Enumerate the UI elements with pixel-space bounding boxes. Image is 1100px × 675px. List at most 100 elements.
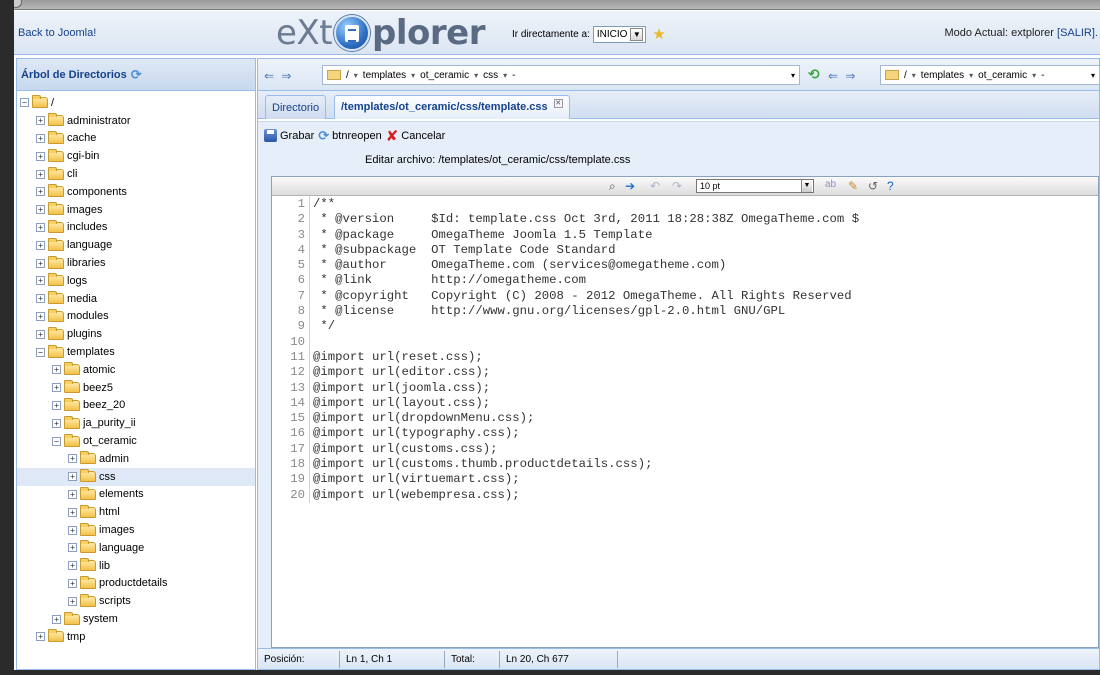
goto-line-icon[interactable]: ➔ [625,179,635,193]
tree-node[interactable]: + cgi-bin [17,147,255,165]
code-line[interactable]: @import url(reset.css); [313,350,859,365]
expand-icon[interactable]: + [52,614,61,624]
code-line[interactable]: */ [313,319,859,334]
tree-node[interactable]: + scripts [17,592,255,610]
tree-node[interactable]: + productdetails [17,575,255,593]
goto-select[interactable]: INICIO ▼ [592,25,647,43]
tab-directorio[interactable]: Directorio [265,95,327,119]
tree-node[interactable]: + cli [17,165,255,183]
font-size-select[interactable]: 10 pt ▼ [696,179,814,193]
breadcrumb-item[interactable]: / [904,70,907,81]
code-editor[interactable]: ⌕ ➔ ↶ ↷ 10 pt ▼ ab ✎ ↺ ? 1 2 3 4 5 6 7 8 9 10 11 12 1… [271,176,1099,648]
tree-node[interactable]: + libraries [17,254,255,272]
code-content[interactable]: 1 2 3 4 5 6 7 8 9 10 11 12 13 14 15 16 17 18 19 20 /** * @v… [272,196,1098,503]
tree-node[interactable]: − ot_ceramic [17,432,255,450]
back-forward-arrows-icon[interactable]: ⇐ ⇒ [264,69,293,83]
code-line[interactable]: * @author OmegaTheme.com (services@omega… [313,258,859,273]
expand-icon[interactable]: + [68,454,77,464]
expand-icon[interactable]: + [36,311,45,321]
expand-icon[interactable]: + [52,400,61,410]
breadcrumb-item[interactable]: ot_ceramic [420,70,469,81]
chevron-down-icon[interactable]: ▾ [411,71,415,80]
expand-icon[interactable]: + [36,116,45,126]
tree-node[interactable]: + html [17,503,255,521]
expand-icon[interactable]: + [36,151,45,161]
expand-icon[interactable]: + [68,507,77,517]
tree-node[interactable]: + components [17,183,255,201]
highlight-toggle-icon[interactable]: ab [825,179,836,190]
binoculars-icon[interactable]: ⌕ [609,179,616,194]
tree-node[interactable]: + admin [17,450,255,468]
expand-icon[interactable]: + [52,418,61,428]
breadcrumb-item[interactable]: templates [363,70,406,81]
expand-icon[interactable]: + [68,596,77,606]
code-line[interactable]: * @version $Id: template.css Oct 3rd, 20… [313,212,859,227]
code-lines[interactable]: /** * @version $Id: template.css Oct 3rd… [310,196,859,503]
tree-node[interactable]: + lib [17,557,255,575]
help-icon[interactable]: ? [887,179,894,193]
expand-icon[interactable]: + [36,258,45,268]
tree-node[interactable]: − / [17,94,255,112]
expand-icon[interactable]: + [52,365,61,375]
code-line[interactable]: @import url(layout.css); [313,396,859,411]
back-to-joomla-link[interactable]: Back to Joomla! [18,27,96,39]
tree-node[interactable]: + tmp [17,628,255,646]
chevron-down-icon[interactable]: ▾ [912,71,916,80]
code-line[interactable] [313,335,859,350]
tree-node[interactable]: + includes [17,219,255,237]
tree-node[interactable]: + modules [17,308,255,326]
expand-icon[interactable]: + [36,222,45,232]
tab-template-css[interactable]: /templates/ot_ceramic/css/template.css ✕ [334,95,570,119]
expand-icon[interactable]: + [36,169,45,179]
collapse-icon[interactable]: − [52,436,61,446]
breadcrumb-item[interactable]: / [346,70,349,81]
expand-icon[interactable]: + [36,133,45,143]
breadcrumb-item[interactable]: css [483,70,498,81]
chevron-down-icon[interactable]: ▾ [1032,71,1036,80]
back-forward-arrows-icon-right[interactable]: ⇐ ⇒ [828,69,857,83]
tree-node[interactable]: + beez5 [17,379,255,397]
tree-node[interactable]: + language [17,539,255,557]
cancel-button[interactable]: ✘ Cancelar [386,127,446,145]
expand-icon[interactable]: + [68,489,77,499]
brush-icon[interactable]: ✎ [848,179,858,193]
tree-node[interactable]: + logs [17,272,255,290]
code-line[interactable]: /** [313,197,859,212]
chevron-down-icon[interactable]: ▾ [503,71,507,80]
tree-node[interactable]: + css [17,467,255,486]
logout-link[interactable]: [SALIR]. [1057,27,1098,39]
tree-node[interactable]: + beez_20 [17,397,255,415]
reopen-button[interactable]: ⟳ btnreopen [318,128,381,144]
expand-icon[interactable]: + [68,472,77,482]
collapse-icon[interactable]: − [20,98,29,108]
expand-icon[interactable]: + [36,294,45,304]
breadcrumb-left[interactable]: / ▾ templates ▾ ot_ceramic ▾ css ▾ - ▾ [322,65,800,85]
chevron-down-icon[interactable]: ▾ [474,71,478,80]
code-line[interactable]: @import url(dropdownMenu.css); [313,411,859,426]
expand-icon[interactable]: + [68,543,77,553]
tree-node[interactable]: + images [17,521,255,539]
code-line[interactable]: @import url(webempresa.css); [313,488,859,503]
tree-node[interactable]: + cache [17,130,255,148]
expand-icon[interactable]: + [52,383,61,393]
code-line[interactable]: * @package OmegaTheme Joomla 1.5 Templat… [313,228,859,243]
code-line[interactable]: * @copyright Copyright (C) 2008 - 2012 O… [313,289,859,304]
code-line[interactable]: @import url(customs.css); [313,442,859,457]
tree-node[interactable]: + language [17,236,255,254]
code-line[interactable]: * @license http://www.gnu.org/licenses/g… [313,304,859,319]
chevron-down-icon[interactable]: ▾ [969,71,973,80]
tree-node[interactable]: + atomic [17,361,255,379]
chevron-down-icon[interactable]: ▾ [791,71,795,80]
expand-icon[interactable]: + [36,205,45,215]
breadcrumb-item[interactable]: - [512,70,515,81]
tree-node[interactable]: + system [17,610,255,628]
expand-icon[interactable]: + [36,276,45,286]
sync-icon[interactable]: ⟲ [808,66,820,83]
code-line[interactable]: @import url(typography.css); [313,426,859,441]
expand-icon[interactable]: + [36,240,45,250]
star-icon[interactable]: ★ [652,25,665,43]
redo-icon[interactable]: ↷ [672,179,682,193]
expand-icon[interactable]: + [36,632,45,642]
code-line[interactable]: @import url(editor.css); [313,365,859,380]
tree-node[interactable]: + elements [17,486,255,504]
